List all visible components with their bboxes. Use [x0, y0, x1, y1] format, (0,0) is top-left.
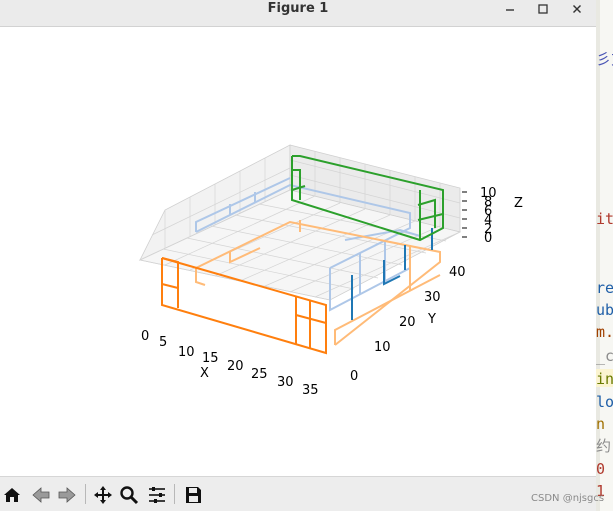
configure-subplots-button[interactable]	[146, 484, 168, 506]
home-button[interactable]	[1, 484, 23, 506]
watermark: CSDN @njsgcs	[531, 493, 605, 504]
close-icon	[573, 5, 581, 13]
y-tick-label: 0	[350, 369, 358, 384]
y-tick-label: 20	[399, 315, 416, 330]
x-tick-label: 15	[202, 351, 219, 366]
y-tick-label: 30	[424, 290, 441, 305]
plot-canvas[interactable]: 0 5 10 15 20 25 30 35 X 0 10 20 30 40 Y	[0, 27, 596, 476]
code-line: 彡方	[596, 50, 613, 68]
forward-button[interactable]	[56, 484, 78, 506]
home-icon	[4, 488, 20, 502]
code-line: ubp	[596, 301, 613, 319]
minimize-icon	[506, 9, 514, 11]
toolbar-separator	[174, 484, 175, 504]
back-button[interactable]	[30, 484, 52, 506]
toolbar-separator	[85, 484, 86, 504]
x-tick-label: 10	[178, 345, 195, 360]
code-line: lor	[596, 393, 613, 411]
axes-3d[interactable]: 0 5 10 15 20 25 30 35 X 0 10 20 30 40 Y	[0, 27, 596, 476]
code-line: 约	[596, 437, 612, 455]
forward-icon	[58, 487, 76, 503]
minimize-button[interactable]	[499, 0, 521, 18]
zoom-icon	[120, 486, 139, 505]
y-tick-label: 10	[374, 340, 391, 355]
configure-subplots-icon	[149, 487, 165, 503]
maximize-button[interactable]	[532, 0, 554, 18]
y-axis-label: Y	[427, 312, 436, 327]
close-button[interactable]	[566, 0, 588, 18]
background-code-editor: 彡方 its re ubp m.1 _c in lor n c 约 0 1	[596, 0, 613, 511]
y-tick-label: 40	[449, 265, 466, 280]
y-axis: 0 10 20 30 40 Y	[350, 265, 466, 384]
zoom-button[interactable]	[118, 484, 140, 506]
code-line: its	[596, 210, 613, 228]
pan-button[interactable]	[92, 484, 114, 506]
x-tick-label: 0	[141, 329, 149, 344]
editor-gutter	[596, 0, 600, 511]
code-line: _c	[596, 347, 613, 365]
x-tick-label: 20	[227, 359, 244, 374]
pan-icon	[94, 486, 112, 504]
z-axis-label: Z	[514, 196, 523, 211]
code-line: n c	[596, 415, 613, 433]
x-tick-label: 25	[251, 367, 268, 382]
x-axis-label: X	[200, 366, 209, 381]
back-icon	[32, 487, 50, 503]
z-tick-label: 10	[480, 186, 497, 201]
title-bar: Figure 1	[0, 0, 596, 27]
save-button[interactable]	[182, 484, 204, 506]
x-tick-label: 5	[159, 335, 167, 350]
maximize-icon	[538, 4, 548, 14]
code-line: m.1	[596, 323, 613, 341]
save-icon	[186, 487, 201, 503]
code-line: re	[596, 279, 613, 297]
navigation-toolbar	[0, 476, 596, 511]
figure-window: Figure 1 0 5 10 15 20 25 30 35 X 0 10 20…	[0, 0, 596, 511]
x-tick-label: 35	[302, 383, 319, 398]
z-axis: 0 2 4 6 8 10 Z	[462, 186, 523, 246]
x-tick-label: 30	[277, 375, 294, 390]
code-line: in	[596, 370, 613, 388]
x-axis: 0 5 10 15 20 25 30 35 X	[141, 329, 319, 398]
code-line: 0	[596, 460, 606, 478]
